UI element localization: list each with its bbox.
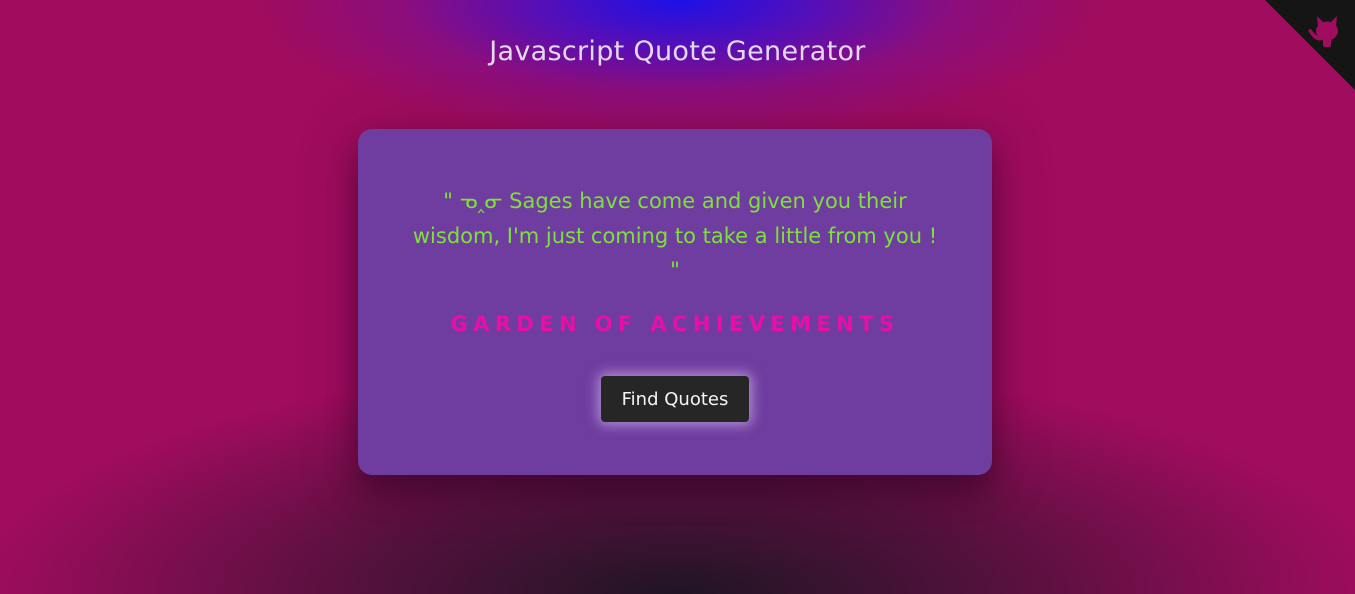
quote-card: " ᓀ‸ᓂ Sages have come and given you thei… [358, 129, 992, 475]
page-title: Javascript Quote Generator [489, 36, 866, 67]
find-quotes-button[interactable]: Find Quotes [601, 376, 749, 422]
github-corner-background [1265, 0, 1355, 90]
quote-text: " ᓀ‸ᓂ Sages have come and given you thei… [412, 189, 938, 282]
github-corner-link[interactable] [1265, 0, 1355, 90]
github-corner [1265, 0, 1355, 90]
quote-author: GARDEN OF ACHIEVEMENTS [450, 312, 900, 336]
